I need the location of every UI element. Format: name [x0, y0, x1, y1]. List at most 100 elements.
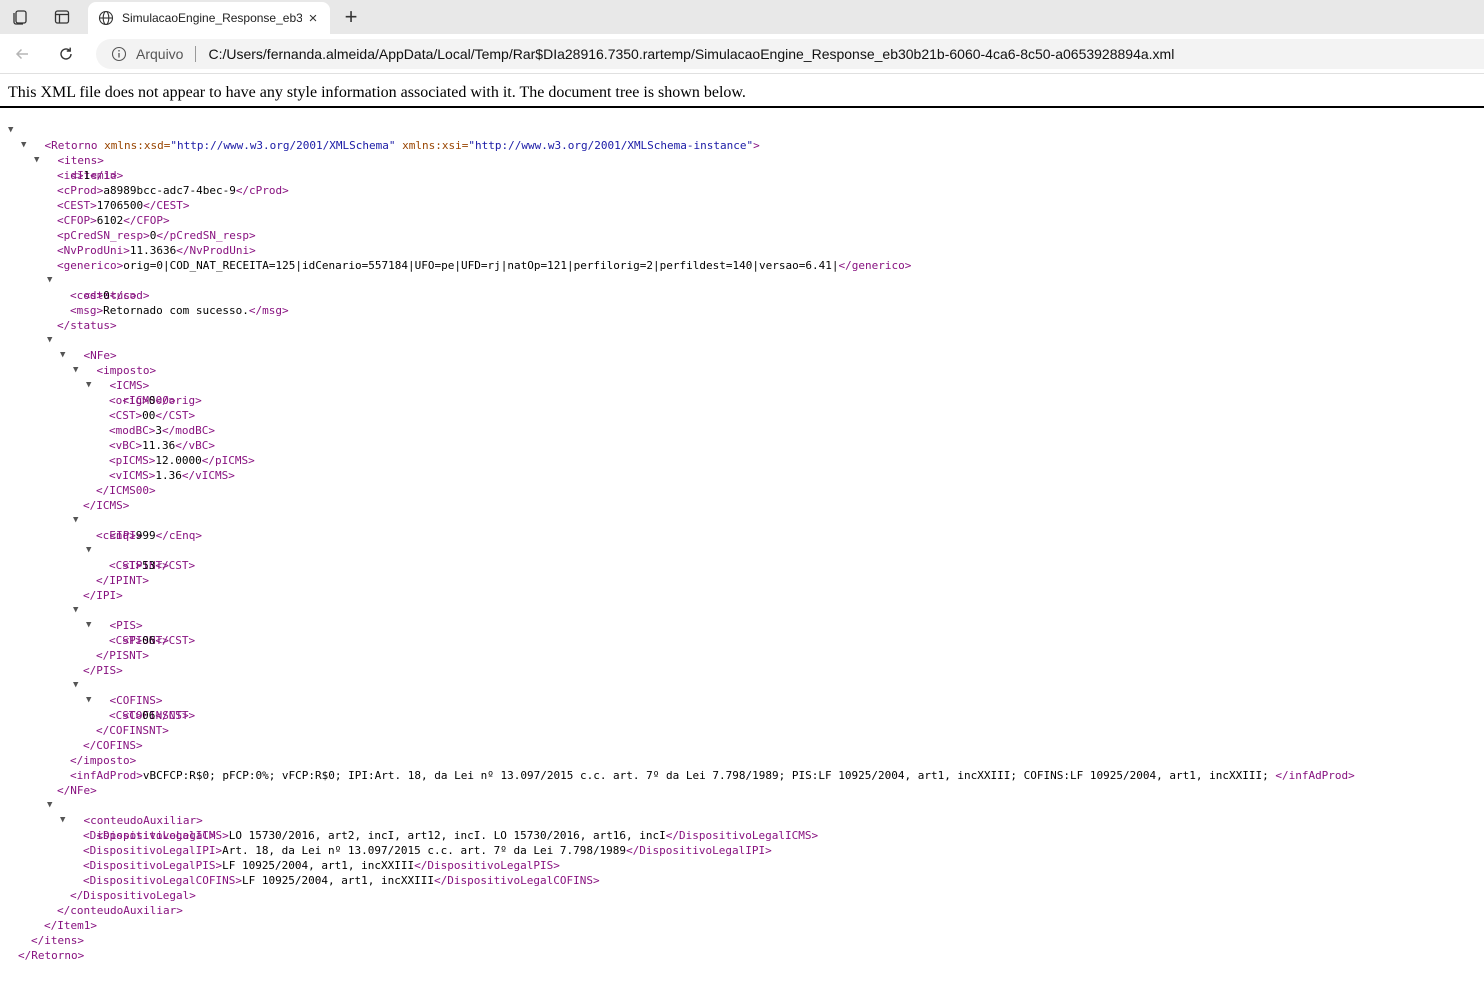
xml-line-orig: <orig>0</orig> — [8, 393, 1355, 408]
tag-close: </Retorno> — [18, 949, 85, 962]
tag-close: </pICMS> — [201, 454, 255, 467]
navigation-bar: Arquivo C:/Users/fernanda.almeida/AppDat… — [0, 34, 1484, 74]
collapse-arrow-icon[interactable]: ▼ — [47, 273, 52, 288]
xml-line-pcredsn: <pCredSN_resp>0</pCredSN_resp> — [8, 228, 1355, 243]
tag-close: </CST> — [155, 709, 196, 722]
collapse-arrow-icon[interactable]: ▼ — [34, 153, 39, 168]
reload-icon[interactable] — [52, 41, 80, 67]
tag-close: </modBC> — [161, 424, 215, 437]
tag-open: <DispositivoLegalIPI> — [83, 844, 223, 857]
tag-open: <DispositivoLegalPIS> — [83, 859, 223, 872]
tag-open: <pCredSN_resp> — [57, 229, 150, 242]
xml-line-pisnt: ▼ <PISNT> — [8, 618, 1355, 647]
xml-line-cofinsnt-close: </COFINSNT> — [8, 723, 1355, 738]
tag-close: </Item1> — [44, 919, 97, 932]
tag-open: <CST> — [109, 634, 143, 647]
collapse-arrow-icon[interactable]: ▼ — [73, 678, 78, 693]
xml-line-vicms: <vICMS>1.36</vICMS> — [8, 468, 1355, 483]
collapse-arrow-icon[interactable]: ▼ — [86, 693, 91, 708]
collapse-arrow-icon[interactable]: ▼ — [21, 138, 26, 153]
xml-line-icms00-close: </ICMS00> — [8, 483, 1355, 498]
xml-line-cprod: <cProd>a8989bcc-adc7-4bec-9</cProd> — [8, 183, 1355, 198]
collapse-arrow-icon[interactable]: ▼ — [73, 603, 78, 618]
collapse-arrow-icon[interactable]: ▼ — [47, 798, 52, 813]
collapse-arrow-icon[interactable]: ▼ — [86, 378, 91, 393]
element-value: LF 10925/2004, art1, incXXIII — [222, 859, 415, 872]
tag-open: <id> — [57, 169, 84, 182]
xml-line-dl-icms: <DispositivoLegalICMS>LO 15730/2016, art… — [8, 828, 1355, 843]
xml-style-notice: This XML file does not appear to have an… — [8, 84, 746, 101]
tag-close: </DispositivoLegalPIS> — [414, 859, 560, 872]
xml-line-status-close: </status> — [8, 318, 1355, 333]
xml-line-infadprod: <infAdProd>vBCFCP:R$0; pFCP:0%; vFCP:R$0… — [8, 768, 1355, 783]
xml-line-icms-close: </ICMS> — [8, 498, 1355, 513]
tag-open: <NvProdUni> — [57, 244, 130, 257]
tag-open: <CST> — [109, 409, 143, 422]
collapse-arrow-icon[interactable]: ▼ — [47, 333, 52, 348]
tag-open: <vICMS> — [109, 469, 156, 482]
tag-close: </ICMS00> — [96, 484, 156, 497]
tag-close: </PIS> — [83, 664, 123, 677]
vertical-tabs-icon[interactable] — [48, 4, 76, 30]
element-value: 06 — [142, 709, 156, 722]
tag-close: </DispositivoLegal> — [70, 889, 196, 902]
info-icon[interactable] — [110, 45, 128, 63]
collapse-arrow-icon[interactable]: ▼ — [86, 543, 91, 558]
collapse-arrow-icon[interactable]: ▼ — [73, 363, 78, 378]
collapse-arrow-icon[interactable]: ▼ — [86, 618, 91, 633]
element-value: LO 15730/2016, art2, incI, art12, incI. … — [228, 829, 666, 842]
tag-close: </IPI> — [83, 589, 123, 602]
xml-line-status: ▼ <status> — [8, 273, 1355, 302]
workspaces-icon[interactable] — [6, 4, 34, 30]
url-text[interactable]: C:/Users/fernanda.almeida/AppData/Local/… — [208, 46, 1174, 62]
close-icon[interactable]: × — [304, 9, 322, 27]
element-value: a8989bcc-adc7-4bec-9 — [103, 184, 236, 197]
element-value: 1706500 — [96, 199, 144, 212]
collapse-arrow-icon[interactable]: ▼ — [8, 123, 13, 138]
tag-open: <cod> — [70, 289, 104, 302]
collapse-arrow-icon[interactable]: ▼ — [60, 813, 65, 828]
xml-line-icms: ▼ <ICMS> — [8, 363, 1355, 392]
xml-line-cenq: <cEnq>999</cEnq> — [8, 528, 1355, 543]
collapse-arrow-icon[interactable]: ▼ — [73, 513, 78, 528]
xml-line-ipi-close: </IPI> — [8, 588, 1355, 603]
tag-close: </itens> — [31, 934, 84, 947]
scheme-label: Arquivo — [136, 46, 184, 62]
active-tab[interactable]: SimulacaoEngine_Response_eb30b21b-6060-4… — [88, 2, 330, 34]
tag-close: </orig> — [155, 394, 202, 407]
xml-line-dl-ipi: <DispositivoLegalIPI>Art. 18, da Lei nº … — [8, 843, 1355, 858]
xml-line-msg: <msg>Retornado com sucesso.</msg> — [8, 303, 1355, 318]
tag-close: </cProd> — [235, 184, 289, 197]
tag-close: </cod> — [109, 289, 150, 302]
xml-line-ipint: ▼ <IPINT> — [8, 543, 1355, 572]
back-icon[interactable] — [8, 41, 36, 67]
tag-close: </DispositivoLegalICMS> — [665, 829, 819, 842]
address-bar[interactable]: Arquivo C:/Users/fernanda.almeida/AppDat… — [96, 39, 1484, 69]
tag-open: <CST> — [109, 559, 143, 572]
xml-line-cofins: ▼ <COFINS> — [8, 678, 1355, 707]
element-value: 0 — [103, 289, 110, 302]
element-value: 53 — [142, 559, 156, 572]
element-value: 11.3636 — [129, 244, 177, 257]
xml-line-imposto-close: </imposto> — [8, 753, 1355, 768]
tag-open: <CFOP> — [57, 214, 97, 227]
tag-close: </msg> — [248, 304, 289, 317]
xml-line-pis-close: </PIS> — [8, 663, 1355, 678]
tag-close: </PISNT> — [96, 649, 149, 662]
tag-close: </CEST> — [143, 199, 190, 212]
xml-line-dispositivolegal: ▼ <DispositivoLegal> — [8, 813, 1355, 842]
element-value: 6102 — [96, 214, 124, 227]
tag-close: </IPINT> — [96, 574, 149, 587]
xml-line-item1: ▼ <Item1> — [8, 153, 1355, 182]
collapse-arrow-icon[interactable]: ▼ — [60, 348, 65, 363]
tag-open: <CST> — [109, 709, 143, 722]
tag-close: </id> — [90, 169, 124, 182]
tag-close: </CST> — [155, 559, 196, 572]
xml-line-cest: <CEST>1706500</CEST> — [8, 198, 1355, 213]
new-tab-icon[interactable]: + — [338, 4, 364, 30]
xml-line-dl-cofins: <DispositivoLegalCOFINS>LF 10925/2004, a… — [8, 873, 1355, 888]
tag-open: <orig> — [109, 394, 149, 407]
divider — [0, 106, 1484, 108]
tag-close: </vBC> — [175, 439, 215, 452]
xml-line-nfe: ▼ <NFe> — [8, 333, 1355, 362]
